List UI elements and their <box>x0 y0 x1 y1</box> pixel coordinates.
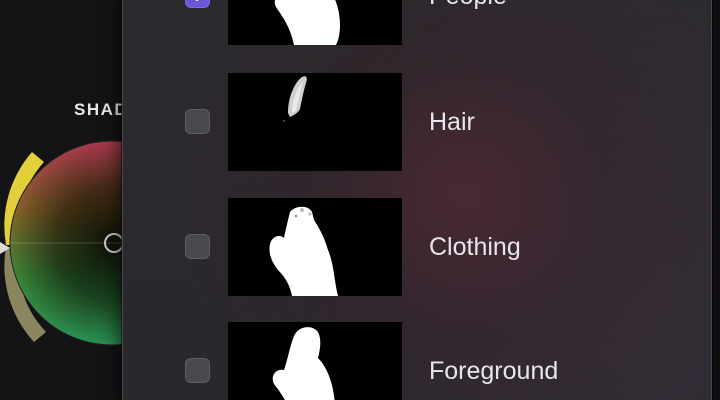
foreground-checkbox[interactable] <box>185 358 210 383</box>
mask-item-hair[interactable]: Hair <box>123 73 711 171</box>
color-wheel-icon[interactable] <box>0 120 130 380</box>
people-label: People <box>429 0 507 11</box>
color-wheel-panel: SHAD <box>0 0 130 400</box>
clothing-label: Clothing <box>429 233 521 261</box>
hair-mask-thumbnail <box>228 73 402 171</box>
checkmark-icon <box>195 0 199 2</box>
mask-item-foreground[interactable]: Foreground <box>123 322 711 400</box>
foreground-mask-thumbnail <box>228 322 402 400</box>
clothing-mask-thumbnail <box>228 198 402 296</box>
people-checkbox[interactable] <box>185 0 210 8</box>
mask-selection-popover: People Hair <box>122 0 712 400</box>
people-mask-thumbnail <box>228 0 402 45</box>
mask-item-people[interactable]: People <box>123 0 711 45</box>
hair-label: Hair <box>429 108 475 136</box>
hair-checkbox[interactable] <box>185 109 210 134</box>
color-wheel-title: SHAD <box>74 100 129 119</box>
foreground-label: Foreground <box>429 357 559 385</box>
app-window: SHAD Hair Clothing Foreground <box>0 0 720 400</box>
clothing-checkbox[interactable] <box>185 234 210 259</box>
mask-item-clothing[interactable]: Clothing <box>123 198 711 296</box>
